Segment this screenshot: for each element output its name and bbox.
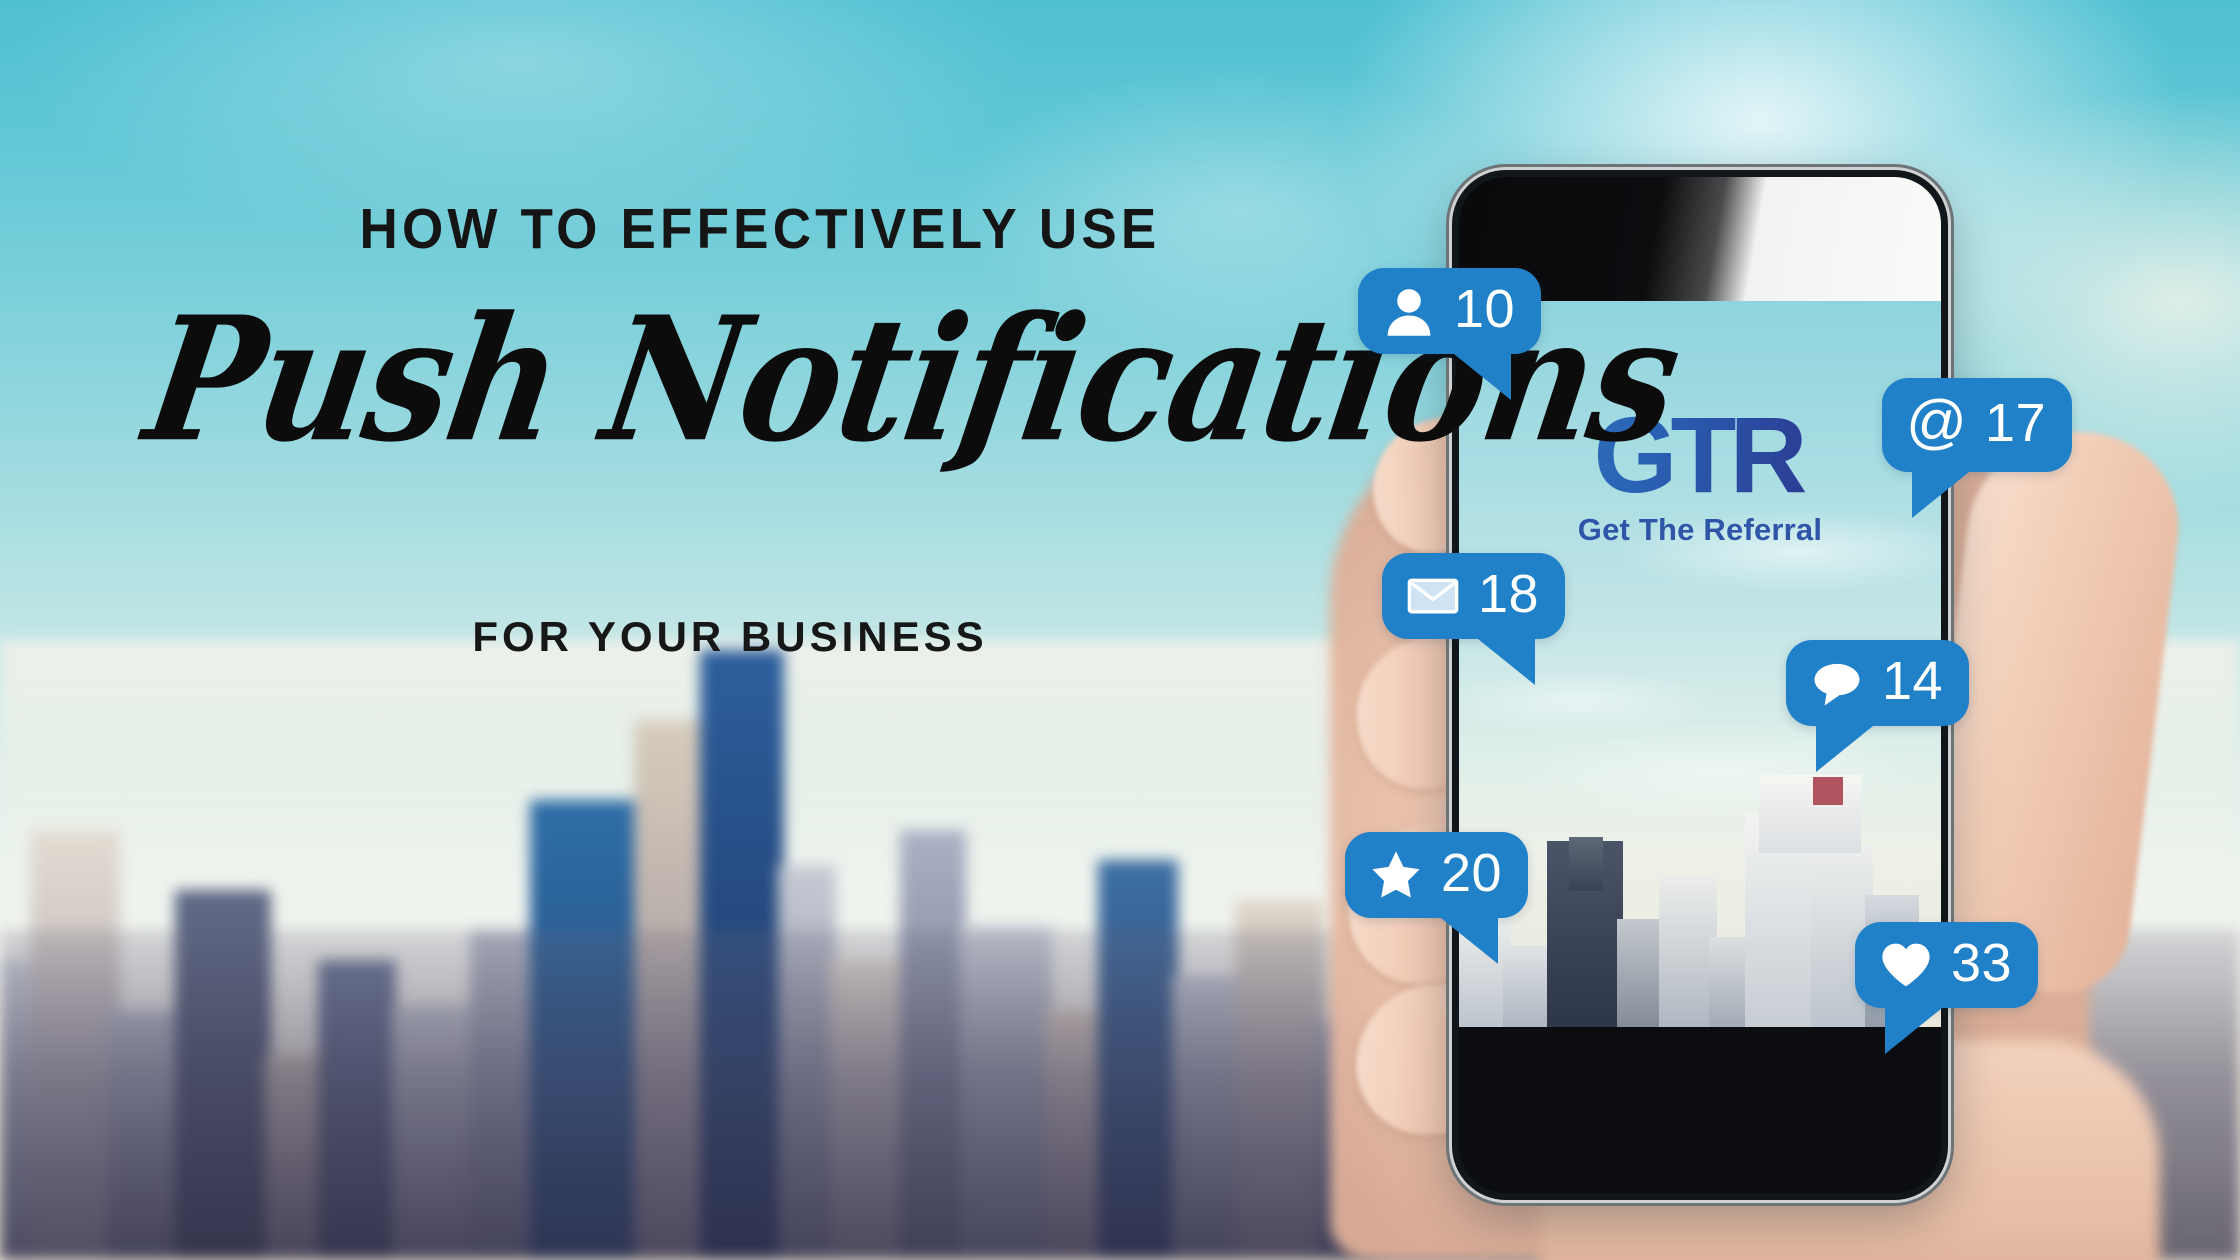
notification-badge-mentions[interactable]: @ 17 [1882,378,2072,518]
bubble-tail [1436,914,1499,964]
headline-bottom: FOR YOUR BUSINESS [472,613,988,660]
star-icon [1372,851,1420,898]
bubble-tail [1885,1004,1947,1054]
notification-badge-comments[interactable]: 14 [1786,640,1970,772]
at-sign-icon: @ [1906,388,1967,455]
comment-icon [1814,663,1860,706]
gtr-tagline: Get The Referral [1577,512,1823,548]
heart-icon [1882,943,1930,987]
bubble-tail [1449,350,1512,400]
notification-badge-messages[interactable]: 18 [1382,553,1566,685]
notification-count: 18 [1478,564,1540,624]
notification-badge-favorites[interactable]: 20 [1345,832,1529,964]
headline-script: Push Notifications [134,279,1691,481]
notification-count: 20 [1441,843,1503,903]
notification-count: 33 [1951,933,2013,993]
bubble-tail [1816,722,1878,772]
bubble-tail [1912,468,1974,518]
notification-badge-likes[interactable]: 33 [1855,922,2039,1054]
notification-count: 14 [1882,651,1944,711]
bubble-tail [1473,635,1536,685]
person-icon [1387,289,1431,336]
phone-bezel-bottom [1459,1027,1941,1193]
envelope-icon [1407,578,1459,614]
notification-count: 10 [1454,279,1516,339]
notification-badge-followers[interactable]: 10 [1358,268,1542,400]
headline-top: HOW TO EFFECTIVELY USE [359,197,1161,261]
notification-count: 17 [1984,393,2046,453]
poster-canvas: GTR Get The Referral HOW TO EFFECTIVELY … [0,0,2240,1260]
